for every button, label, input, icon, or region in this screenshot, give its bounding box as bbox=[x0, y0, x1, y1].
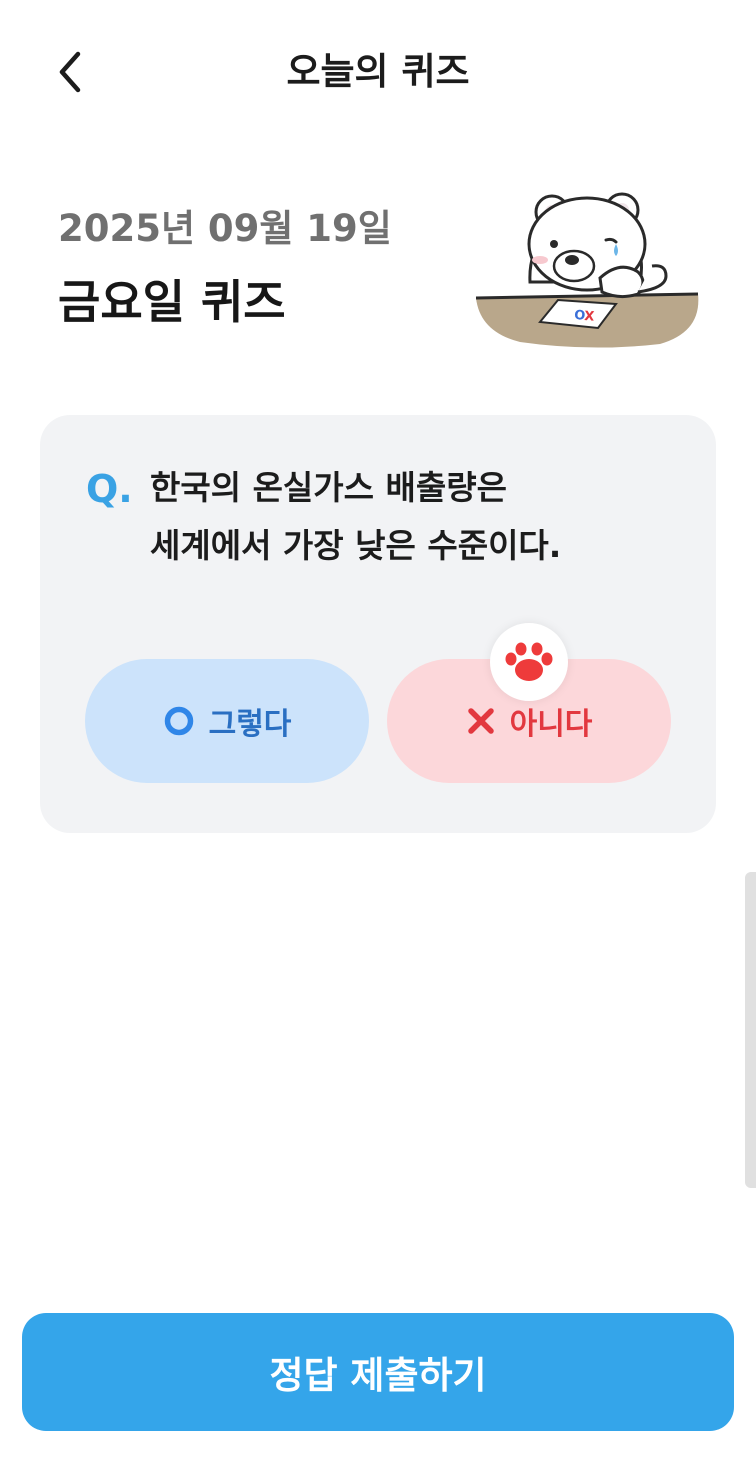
svg-text:X: X bbox=[584, 309, 595, 325]
option-yes-button[interactable]: 그렇다 bbox=[85, 659, 369, 783]
polar-bear-mascot-icon: O X bbox=[475, 192, 699, 348]
submit-answer-button[interactable]: 정답 제출하기 bbox=[22, 1313, 734, 1431]
paw-print-icon bbox=[505, 642, 553, 681]
option-no-label: 아니다 bbox=[509, 707, 593, 742]
circle-o-icon bbox=[164, 706, 193, 736]
top-bar: 오늘의 퀴즈 bbox=[0, 0, 756, 150]
question-prefix: Q. bbox=[86, 467, 133, 511]
question-line-2: 세계에서 가장 낮은 수준이다. bbox=[150, 526, 562, 565]
quiz-date: 2025년 09월 19일 bbox=[58, 207, 392, 250]
x-mark-icon bbox=[467, 708, 494, 734]
option-yes-label: 그렇다 bbox=[208, 707, 292, 742]
question-line-1: 한국의 온실가스 배출량은 bbox=[150, 468, 507, 507]
quiz-title: 금요일 퀴즈 bbox=[58, 275, 286, 329]
question-text: 한국의 온실가스 배출량은 세계에서 가장 낮은 수준이다. bbox=[150, 459, 690, 575]
page-title: 오늘의 퀴즈 bbox=[286, 50, 470, 93]
scrollbar[interactable] bbox=[745, 872, 756, 1188]
selected-marker bbox=[490, 623, 568, 701]
quiz-card: Q. 한국의 온실가스 배출량은 세계에서 가장 낮은 수준이다. 그렇다 아니… bbox=[40, 415, 716, 833]
